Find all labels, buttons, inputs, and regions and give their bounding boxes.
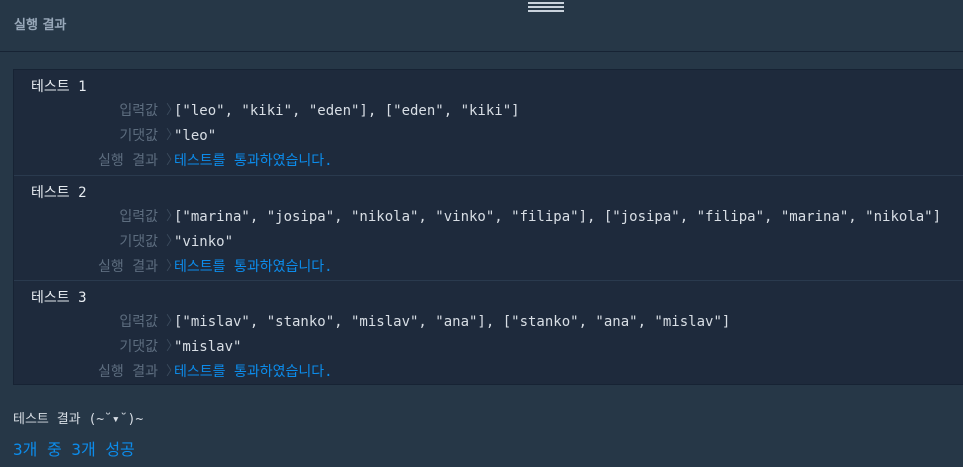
summary-title: 테스트 결과 (~˘▾˘)~ [13, 412, 144, 427]
summary-count: 3개 중 3개 성공 [13, 440, 135, 459]
expected-value: "mislav" [174, 339, 242, 355]
test-results-panel: 테스트 1 입력값 〉 ["leo", "kiki", "eden"], ["e… [13, 69, 963, 385]
resize-handle[interactable] [528, 2, 564, 12]
input-value: ["leo", "kiki", "eden"], ["eden", "kiki"… [174, 103, 520, 119]
result-row: 실행 결과 〉 테스트를 통과하였습니다. [14, 257, 963, 277]
result-label: 실행 결과 [98, 259, 158, 275]
result-value: 테스트를 통과하였습니다. [174, 364, 333, 380]
test-title: 테스트 1 [31, 79, 87, 95]
input-value: ["marina", "josipa", "nikola", "vinko", … [174, 209, 942, 225]
expected-value: "vinko" [174, 234, 234, 250]
expected-label: 기댓값 [119, 234, 158, 250]
test-case-1: 테스트 1 입력값 〉 ["leo", "kiki", "eden"], ["e… [14, 70, 963, 175]
input-label: 입력값 [119, 209, 158, 225]
input-row: 입력값 〉 ["mislav", "stanko", "mislav", "an… [14, 312, 963, 332]
input-label: 입력값 [119, 314, 158, 330]
expected-row: 기댓값 〉 "mislav" [14, 337, 963, 357]
input-row: 입력값 〉 ["leo", "kiki", "eden"], ["eden", … [14, 101, 963, 121]
result-value: 테스트를 통과하였습니다. [174, 153, 333, 169]
result-row: 실행 결과 〉 테스트를 통과하였습니다. [14, 151, 963, 171]
expected-row: 기댓값 〉 "vinko" [14, 232, 963, 252]
console-title: 실행 결과 [14, 18, 67, 33]
console-output: 테스트 1 입력값 〉 ["leo", "kiki", "eden"], ["e… [0, 53, 963, 467]
input-value: ["mislav", "stanko", "mislav", "ana"], [… [174, 314, 731, 330]
expected-label: 기댓값 [119, 339, 158, 355]
input-row: 입력값 〉 ["marina", "josipa", "nikola", "vi… [14, 207, 963, 227]
result-label: 실행 결과 [98, 153, 158, 169]
expected-value: "leo" [174, 128, 217, 144]
test-case-3: 테스트 3 입력값 〉 ["mislav", "stanko", "mislav… [14, 280, 963, 386]
result-label: 실행 결과 [98, 364, 158, 380]
result-row: 실행 결과 〉 테스트를 통과하였습니다. [14, 362, 963, 382]
test-case-2: 테스트 2 입력값 〉 ["marina", "josipa", "nikola… [14, 175, 963, 281]
result-value: 테스트를 통과하였습니다. [174, 259, 333, 275]
test-title: 테스트 3 [31, 290, 87, 306]
console-header: 실행 결과 [0, 0, 963, 52]
expected-row: 기댓값 〉 "leo" [14, 126, 963, 146]
input-label: 입력값 [119, 103, 158, 119]
test-title: 테스트 2 [31, 185, 87, 201]
expected-label: 기댓값 [119, 128, 158, 144]
